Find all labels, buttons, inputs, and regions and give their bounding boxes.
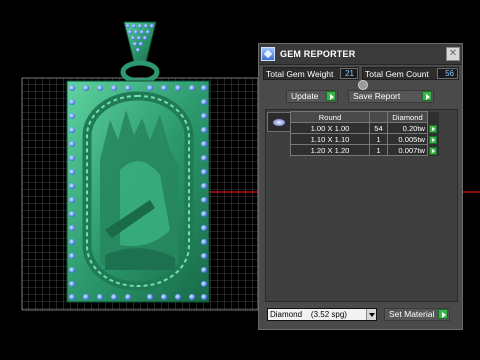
update-button[interactable]: Update [286,90,338,103]
total-count-label: Total Gem Count [365,69,429,79]
pendant-body [66,80,210,303]
row-go-icon[interactable] [429,135,437,144]
gem-table-header: Round Diamond [290,111,439,123]
round-gem-thumbnail-icon[interactable] [267,112,291,132]
material-selected-value: Diamond (3.52 spg) [270,310,347,319]
panel-title: GEM REPORTER [280,49,356,59]
row-go-icon[interactable] [429,124,437,133]
total-weight-value: 21 [340,68,358,79]
material-select[interactable]: Diamond (3.52 spg) [267,308,377,321]
total-weight-label: Total Gem Weight [266,69,334,79]
table-row[interactable]: 1.00 X 1.00 54 0.20tw [290,122,439,134]
chevron-down-icon [366,309,376,320]
pendant-bail [120,21,160,84]
gem-count: 1 [369,133,388,145]
total-weight-box: Total Gem Weight 21 [263,67,359,80]
gem-table: Round Diamond 1.00 X 1.00 54 0.20tw 1.10… [290,111,439,156]
close-button[interactable]: ✕ [446,47,460,61]
gem-count: 54 [369,122,388,134]
header-material: Diamond [387,111,428,123]
total-count-box: Total Gem Count 56 [362,67,459,80]
gem-count: 1 [369,144,388,156]
gem-list-area: Round Diamond 1.00 X 1.00 54 0.20tw 1.10… [265,109,458,302]
save-report-go-icon [422,91,432,101]
panel-titlebar[interactable]: GEM REPORTER ✕ [259,44,462,65]
update-label: Update [291,91,319,101]
gem-weight: 0.007tw [387,144,428,156]
gem-reporter-panel: GEM REPORTER ✕ Total Gem Weight 21 Total… [258,43,463,330]
set-material-button[interactable]: Set Material [384,308,450,321]
panel-splitter-handle[interactable] [358,80,368,90]
total-count-value: 56 [437,68,458,79]
table-row[interactable]: 1.10 X 1.10 1 0.005tw [290,133,439,145]
header-count [369,111,388,123]
set-material-label: Set Material [389,309,435,319]
gem-size: 1.20 X 1.20 [290,144,370,156]
set-material-go-icon [438,309,448,319]
gem-weight: 0.005tw [387,133,428,145]
save-report-button[interactable]: Save Report [348,90,434,103]
table-row[interactable]: 1.20 X 1.20 1 0.007tw [290,144,439,156]
gem-weight: 0.20tw [387,122,428,134]
gem-reporter-app-icon [261,47,275,61]
header-shape: Round [290,111,370,123]
update-go-icon [326,91,336,101]
row-go-icon[interactable] [429,146,437,155]
save-report-label: Save Report [353,91,401,101]
gem-size: 1.00 X 1.00 [290,122,370,134]
gem-size: 1.10 X 1.10 [290,133,370,145]
